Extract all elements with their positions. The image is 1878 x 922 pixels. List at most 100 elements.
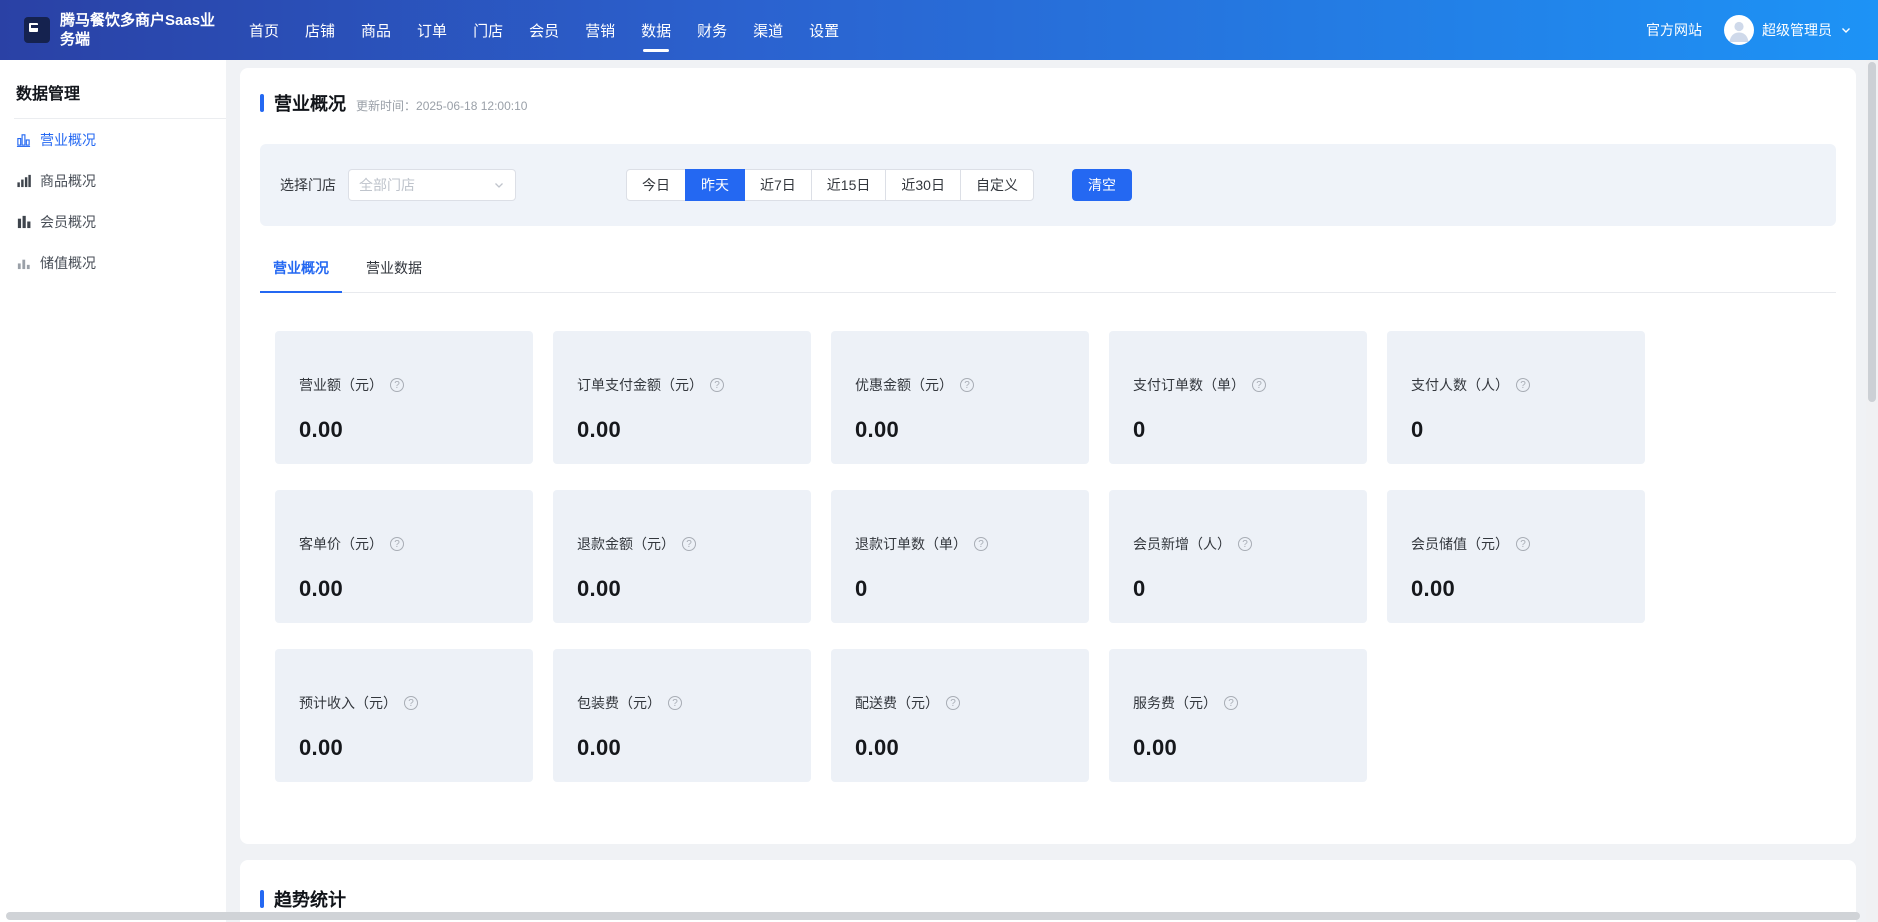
business-overview-panel: 营业概况 更新时间：2025-06-18 12:00:10 选择门店 全部门店 …	[240, 68, 1856, 844]
update-time-label: 更新时间：	[356, 99, 416, 113]
help-icon[interactable]: ?	[404, 696, 418, 710]
section-header: 营业概况 更新时间：2025-06-18 12:00:10	[260, 90, 1836, 116]
stat-label: 营业额（元）	[299, 375, 383, 395]
stat-label: 退款金额（元）	[577, 534, 675, 554]
bar-chart-icon	[16, 214, 31, 229]
range-button-15days[interactable]: 近15日	[811, 169, 887, 201]
help-icon[interactable]: ?	[1252, 378, 1266, 392]
official-site-link[interactable]: 官方网站	[1646, 20, 1702, 40]
nav-item-goods[interactable]: 商品	[348, 0, 404, 60]
stat-label: 配送费（元）	[855, 693, 939, 713]
main-menu: 首页 店铺 商品 订单 门店 会员 营销 数据 财务 渠道 设置	[236, 0, 852, 60]
stat-label: 优惠金额（元）	[855, 375, 953, 395]
nav-item-member[interactable]: 会员	[516, 0, 572, 60]
stat-cards-grid: 营业额（元）? 0.00 订单支付金额（元）? 0.00 优惠金额（元）? 0.…	[275, 331, 1836, 782]
sidebar-item-business-overview[interactable]: 营业概况	[0, 119, 226, 160]
stat-value: 0.00	[577, 735, 787, 761]
stat-value: 0.00	[855, 735, 1065, 761]
logo-icon	[24, 17, 50, 43]
help-icon[interactable]: ?	[390, 537, 404, 551]
sidebar-heading: 数据管理	[0, 60, 226, 104]
stat-card-delivery-fee: 配送费（元）? 0.00	[831, 649, 1089, 782]
help-icon[interactable]: ?	[1516, 378, 1530, 392]
stat-card-paid-order-count: 支付订单数（单）? 0	[1109, 331, 1367, 464]
update-time: 更新时间：2025-06-18 12:00:10	[356, 97, 527, 114]
tab-business-overview[interactable]: 营业概况	[260, 252, 342, 292]
bar-chart-icon	[16, 173, 31, 188]
stat-card-refund-amount: 退款金额（元）? 0.00	[553, 490, 811, 623]
stat-card-refund-order-count: 退款订单数（单）? 0	[831, 490, 1089, 623]
stat-card-new-members: 会员新增（人）? 0	[1109, 490, 1367, 623]
stat-label: 订单支付金额（元）	[577, 375, 703, 395]
page-title: 营业概况	[274, 90, 346, 116]
store-select-label: 选择门店	[280, 175, 336, 195]
stat-value: 0.00	[1411, 576, 1621, 602]
tab-business-data[interactable]: 营业数据	[353, 252, 435, 292]
vertical-scrollbar-thumb[interactable]	[1868, 62, 1876, 402]
stat-label: 客单价（元）	[299, 534, 383, 554]
store-select-placeholder: 全部门店	[359, 175, 415, 195]
chevron-down-icon	[493, 179, 505, 191]
user-menu[interactable]: 超级管理员	[1724, 15, 1852, 45]
help-icon[interactable]: ?	[390, 378, 404, 392]
stat-value: 0.00	[299, 735, 509, 761]
nav-item-home[interactable]: 首页	[236, 0, 292, 60]
help-icon[interactable]: ?	[710, 378, 724, 392]
sidebar-item-goods-overview[interactable]: 商品概况	[0, 160, 226, 201]
stat-value: 0.00	[1133, 735, 1343, 761]
title-accent-bar	[260, 94, 264, 112]
logo-title: 腾马餐饮多商户Saas业务端	[60, 11, 230, 49]
nav-item-marketing[interactable]: 营销	[572, 0, 628, 60]
navbar-right: 官方网站 超级管理员	[1646, 15, 1852, 45]
nav-item-channel[interactable]: 渠道	[740, 0, 796, 60]
stat-label: 会员储值（元）	[1411, 534, 1509, 554]
vertical-scrollbar-track	[1866, 60, 1878, 922]
sidebar-item-label: 会员概况	[40, 212, 96, 232]
bar-chart-icon	[16, 132, 31, 147]
sidebar: 数据管理 营业概况 商品概况 会员概况 储值	[0, 60, 226, 922]
help-icon[interactable]: ?	[1516, 537, 1530, 551]
help-icon[interactable]: ?	[1238, 537, 1252, 551]
help-icon[interactable]: ?	[960, 378, 974, 392]
range-button-30days[interactable]: 近30日	[885, 169, 961, 201]
stat-label: 预计收入（元）	[299, 693, 397, 713]
sidebar-item-label: 储值概况	[40, 253, 96, 273]
stat-value: 0	[1133, 576, 1343, 602]
nav-item-order[interactable]: 订单	[404, 0, 460, 60]
stat-label: 包装费（元）	[577, 693, 661, 713]
range-button-7days[interactable]: 近7日	[744, 169, 812, 201]
bar-chart-icon	[16, 255, 31, 270]
stat-value: 0.00	[299, 417, 509, 443]
sidebar-item-member-overview[interactable]: 会员概况	[0, 201, 226, 242]
nav-item-store[interactable]: 店铺	[292, 0, 348, 60]
stat-value: 0	[1411, 417, 1621, 443]
nav-item-shop[interactable]: 门店	[460, 0, 516, 60]
help-icon[interactable]: ?	[668, 696, 682, 710]
store-select[interactable]: 全部门店	[348, 169, 516, 201]
range-button-today[interactable]: 今日	[626, 169, 686, 201]
top-navbar: 腾马餐饮多商户Saas业务端 首页 店铺 商品 订单 门店 会员 营销 数据 财…	[0, 0, 1878, 60]
help-icon[interactable]: ?	[974, 537, 988, 551]
stat-label: 支付人数（人）	[1411, 375, 1509, 395]
nav-item-finance[interactable]: 财务	[684, 0, 740, 60]
stat-label: 退款订单数（单）	[855, 534, 967, 554]
stat-value: 0.00	[577, 576, 787, 602]
sidebar-item-label: 营业概况	[40, 130, 96, 150]
clear-button[interactable]: 清空	[1072, 169, 1132, 201]
range-button-custom[interactable]: 自定义	[960, 169, 1034, 201]
range-button-yesterday[interactable]: 昨天	[685, 169, 745, 201]
date-range-group: 今日 昨天 近7日 近15日 近30日 自定义	[626, 169, 1034, 201]
stat-label: 支付订单数（单）	[1133, 375, 1245, 395]
horizontal-scrollbar-thumb[interactable]	[6, 912, 1860, 920]
sidebar-item-stored-value-overview[interactable]: 储值概况	[0, 242, 226, 283]
help-icon[interactable]: ?	[946, 696, 960, 710]
nav-item-settings[interactable]: 设置	[796, 0, 852, 60]
section-header: 趋势统计	[260, 886, 1836, 912]
stat-card-packing-fee: 包装费（元）? 0.00	[553, 649, 811, 782]
logo[interactable]: 腾马餐饮多商户Saas业务端	[24, 11, 230, 49]
help-icon[interactable]: ?	[1224, 696, 1238, 710]
nav-item-data[interactable]: 数据	[628, 0, 684, 60]
user-name: 超级管理员	[1762, 20, 1832, 40]
help-icon[interactable]: ?	[682, 537, 696, 551]
stat-value: 0.00	[577, 417, 787, 443]
